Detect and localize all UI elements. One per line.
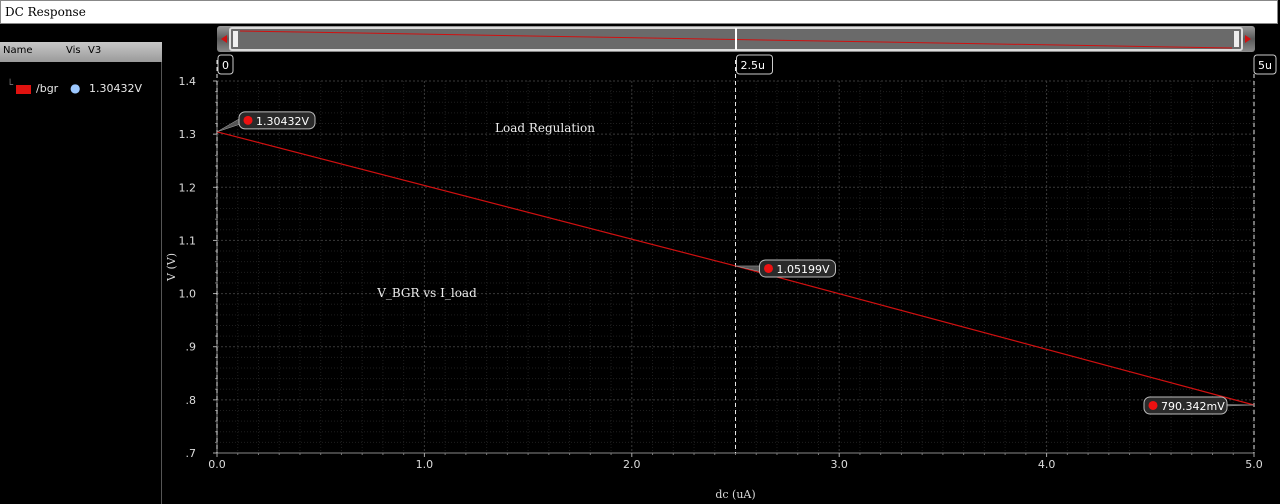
marker-label: 1.05199V xyxy=(777,263,830,276)
y-tick-label: 1.0 xyxy=(179,288,197,301)
cursor-label: 0 xyxy=(222,59,229,72)
marker-pointer xyxy=(735,265,762,273)
y-tick-label: .8 xyxy=(186,394,197,407)
cursor-label: 5u xyxy=(1258,59,1272,72)
x-axis-title: dc (uA) xyxy=(715,488,755,501)
waveform-chart[interactable]: 0.0 1.0 2.0 3.0 4.0 5.0 1.4 1.3 1.2 1.1 1.0 .9 .8 .7 d… xyxy=(0,0,1280,504)
plot-axes: 0.0 1.0 2.0 3.0 4.0 5.0 1.4 1.3 1.2 1.1 1.0 .9 .8 .7 d… xyxy=(165,75,1263,501)
thumb-right-handle[interactable] xyxy=(1234,31,1239,47)
x-tick-label: 5.0 xyxy=(1245,458,1263,471)
plot-title-annotation: Load Regulation xyxy=(495,121,595,135)
y-tick-label: 1.4 xyxy=(179,75,197,88)
marker-label: 1.30432V xyxy=(256,115,309,128)
marker-dot xyxy=(1148,400,1158,410)
plot-subtitle-annotation: V_BGR vs I_load xyxy=(376,286,477,300)
y-axis-title: V (V) xyxy=(165,253,178,282)
overview-scrollbar[interactable] xyxy=(217,26,1255,52)
y-tick-label: .9 xyxy=(186,341,197,354)
x-tick-label: 4.0 xyxy=(1038,458,1056,471)
cursor-label: 2.5u xyxy=(741,59,765,72)
marker-dot xyxy=(764,263,773,273)
marker-dot xyxy=(243,115,253,125)
thumb-left-handle[interactable] xyxy=(233,31,238,47)
marker-label: 790.342mV xyxy=(1161,400,1225,413)
x-tick-label: 1.0 xyxy=(416,458,434,471)
x-tick-label: 3.0 xyxy=(830,458,848,471)
y-tick-label: .7 xyxy=(186,447,197,460)
y-tick-label: 1.2 xyxy=(179,181,197,194)
y-tick-label: 1.3 xyxy=(179,128,197,141)
vertical-cursors[interactable]: 0 2.5u 5u xyxy=(216,54,1277,453)
x-tick-label: 0.0 xyxy=(208,458,226,471)
plot-annotations: Load Regulation V_BGR vs I_load xyxy=(376,121,595,300)
y-tick-label: 1.1 xyxy=(179,234,197,247)
x-tick-label: 2.0 xyxy=(623,458,641,471)
